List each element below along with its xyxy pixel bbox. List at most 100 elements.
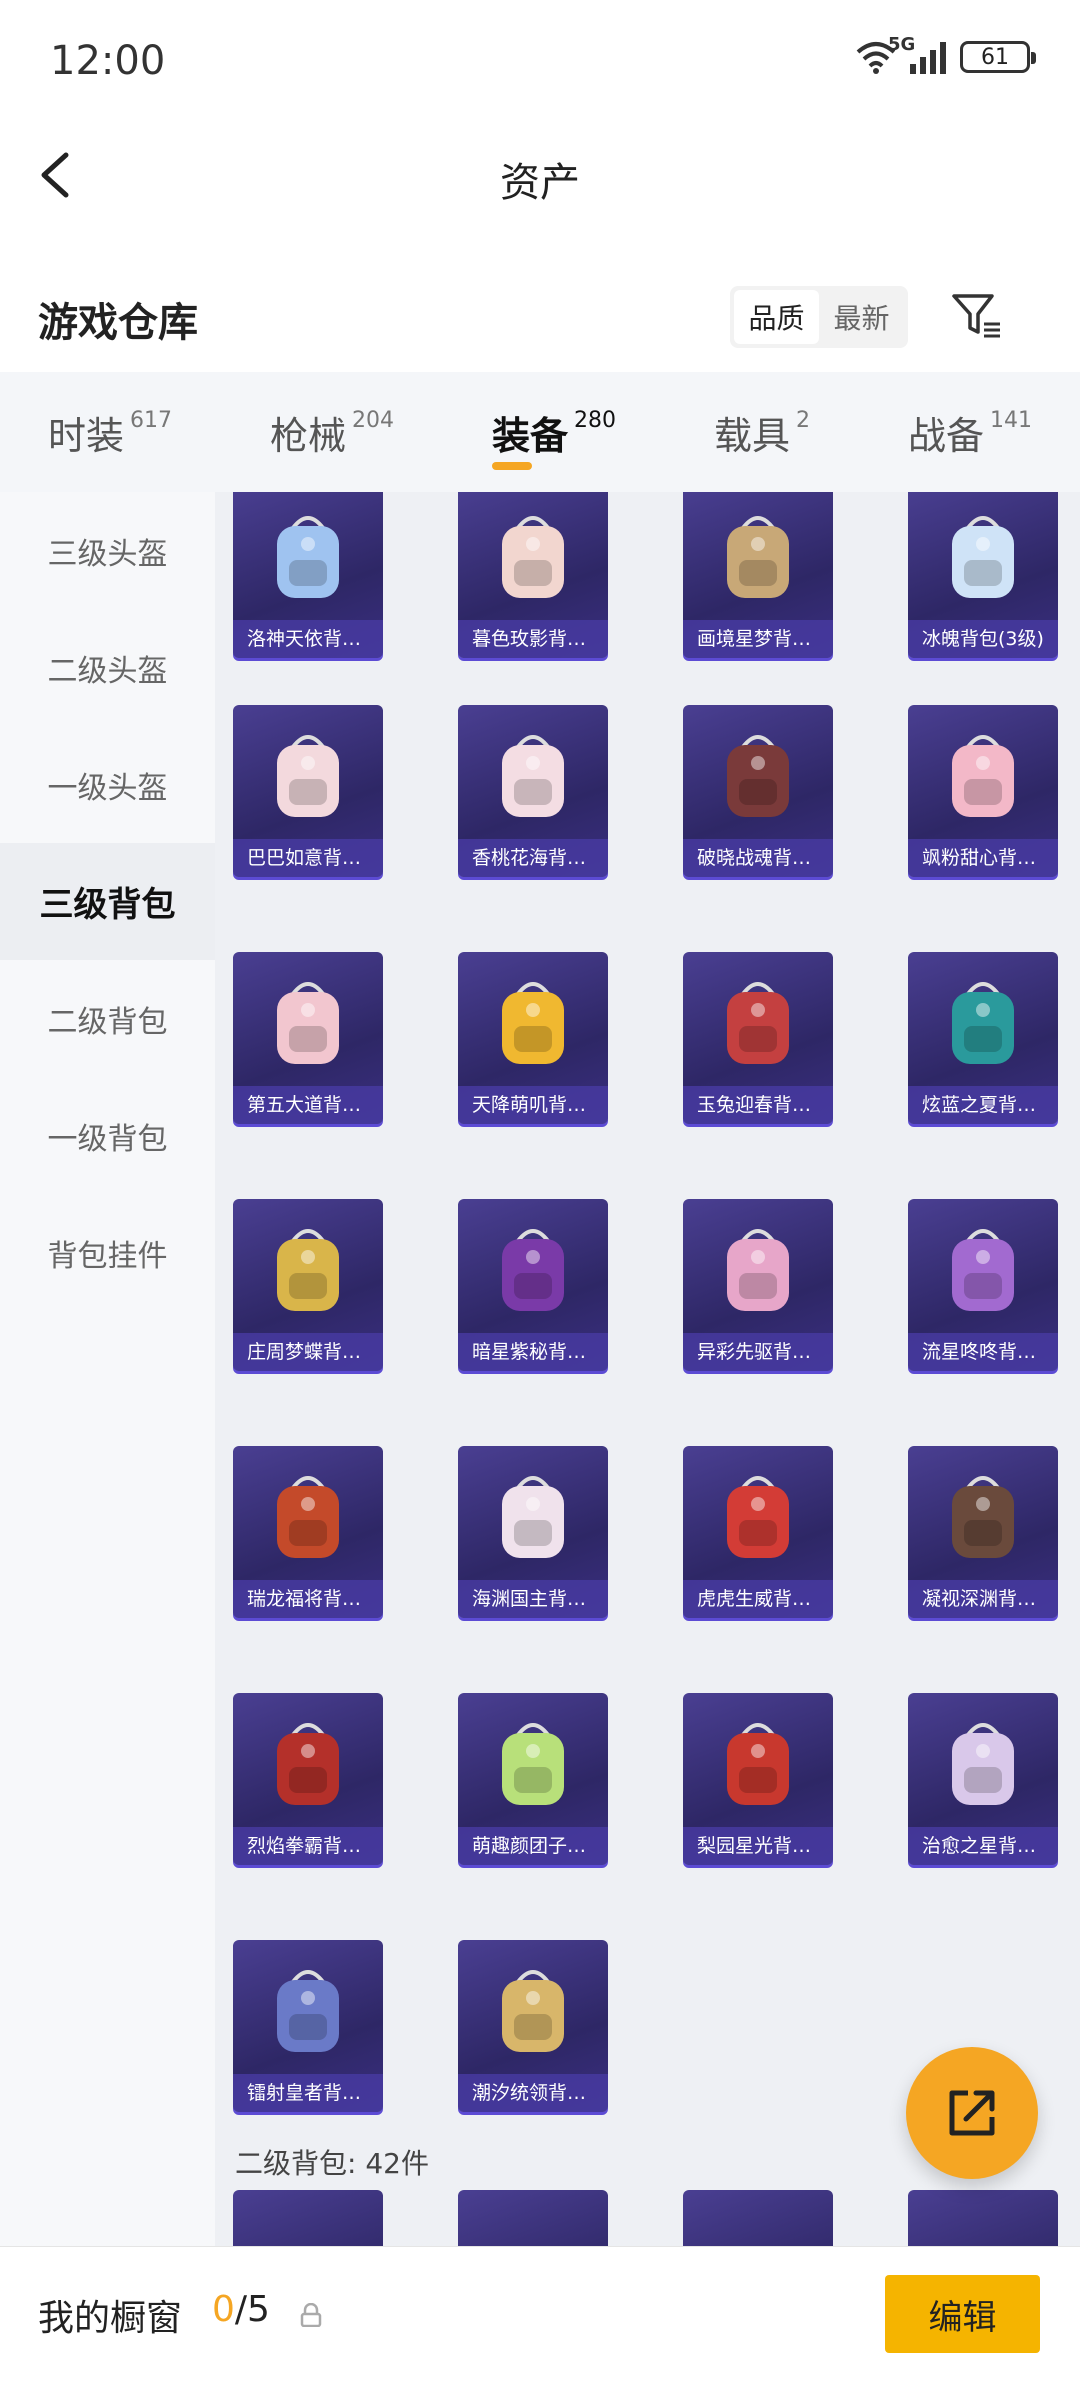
item-name: 炫蓝之夏背… [908,1086,1058,1124]
sort-toggle: 品质 最新 [730,286,908,348]
battery-level: 61 [981,44,1009,70]
item-card[interactable]: 巴巴如意背… [233,705,383,877]
lock-icon [300,2303,322,2327]
item-name: 巴巴如意背… [233,839,383,877]
backpack-icon [277,1229,339,1311]
sidebar-item-lv1-backpack[interactable]: 一级背包 [0,1077,215,1194]
backpack-icon [952,982,1014,1064]
item-card[interactable]: 镭射皇者背… [233,1940,383,2112]
sidebar-item-lv3-helmet[interactable]: 三级头盔 [0,492,215,609]
item-card[interactable] [683,2190,833,2246]
item-card[interactable] [908,2190,1058,2246]
item-card[interactable] [233,2190,383,2246]
item-card[interactable]: 梨园星光背… [683,1693,833,1865]
filter-icon[interactable] [948,288,1004,344]
item-card[interactable]: 异彩先驱背… [683,1199,833,1371]
sidebar-item-lv3-backpack[interactable]: 三级背包 [0,843,215,960]
tab-label: 时装 [48,413,125,458]
item-card[interactable]: 洛神天依背… [233,492,383,658]
item-name: 天降萌叽背… [458,1086,608,1124]
item-card[interactable]: 潮汐统领背… [458,1940,608,2112]
backpack-icon [502,735,564,817]
tab-fashion[interactable]: 时装 617 [48,372,172,492]
showcase-current: 0 [212,2289,235,2330]
showcase-total: /5 [234,2289,270,2330]
backpack-icon [502,516,564,598]
item-card[interactable]: 冰魄背包(3级) [908,492,1058,658]
battery-icon: 61 [960,41,1036,73]
backpack-icon [727,1476,789,1558]
item-name: 虎虎生威背… [683,1580,833,1618]
backpack-icon [952,735,1014,817]
active-tab-indicator [492,462,532,470]
page-title: 资产 [500,160,580,206]
item-name: 镭射皇者背… [233,2074,383,2112]
sidebar-item-lv2-backpack[interactable]: 二级背包 [0,960,215,1077]
tab-label: 战备 [908,413,985,458]
item-card[interactable]: 玉兔迎春背… [683,952,833,1124]
warehouse-title: 游戏仓库 [38,300,198,346]
cellular-signal-icon: 5G [888,34,946,74]
item-name: 庄周梦蝶背… [233,1333,383,1371]
item-card[interactable]: 萌趣颜团子… [458,1693,608,1865]
item-card[interactable]: 破晓战魂背… [683,705,833,877]
backpack-icon [952,1229,1014,1311]
item-card[interactable]: 天降萌叽背… [458,952,608,1124]
item-card[interactable] [458,2190,608,2246]
tab-count: 280 [574,407,617,433]
backpack-icon [502,1476,564,1558]
item-card[interactable]: 海渊国主背… [458,1446,608,1618]
backpack-icon [952,516,1014,598]
item-card[interactable]: 烈焰拳霸背… [233,1693,383,1865]
tab-count: 617 [130,407,173,433]
backpack-icon [727,982,789,1064]
edit-button[interactable]: 编辑 [885,2275,1040,2353]
sort-newest-option[interactable]: 最新 [819,290,904,344]
item-card[interactable]: 暮色玫影背… [458,492,608,658]
backpack-icon [277,1970,339,2052]
tab-label: 载具 [714,413,791,458]
item-name: 流星咚咚背… [908,1333,1058,1371]
tab-supplies[interactable]: 战备 141 [908,372,1032,492]
item-name: 飒粉甜心背… [908,839,1058,877]
item-card[interactable]: 飒粉甜心背… [908,705,1058,877]
item-name: 第五大道背… [233,1086,383,1124]
item-name: 香桃花海背… [458,839,608,877]
item-card[interactable]: 瑞龙福将背… [233,1446,383,1618]
tab-firearms[interactable]: 枪械 204 [270,372,394,492]
tab-label: 枪械 [270,413,347,458]
item-card[interactable]: 虎虎生威背… [683,1446,833,1618]
item-card[interactable]: 凝视深渊背… [908,1446,1058,1618]
item-name: 烈焰拳霸背… [233,1827,383,1865]
item-card[interactable]: 第五大道背… [233,952,383,1124]
tab-equipment[interactable]: 装备 280 [492,372,616,492]
item-card[interactable]: 暗星紫秘背… [458,1199,608,1371]
item-name: 冰魄背包(3级) [908,620,1058,658]
item-card[interactable]: 画境星梦背… [683,492,833,658]
backpack-icon [502,982,564,1064]
tab-label: 装备 [492,413,569,458]
tab-count: 141 [990,407,1033,433]
backpack-icon [277,1723,339,1805]
item-name: 暗星紫秘背… [458,1333,608,1371]
item-card[interactable]: 香桃花海背… [458,705,608,877]
item-card[interactable]: 治愈之星背… [908,1693,1058,1865]
category-tabs: 时装 617 枪械 204 装备 280 载具 2 战备 141 [0,372,1080,492]
nav-bar: 资产 [0,120,1080,230]
tab-vehicles[interactable]: 载具 2 [714,372,810,492]
item-name: 治愈之星背… [908,1827,1058,1865]
backpack-icon [502,1723,564,1805]
sidebar-item-lv1-helmet[interactable]: 一级头盔 [0,726,215,843]
sidebar-item-backpack-charm[interactable]: 背包挂件 [0,1194,215,1311]
item-card[interactable]: 炫蓝之夏背… [908,952,1058,1124]
item-card[interactable]: 庄周梦蝶背… [233,1199,383,1371]
item-name: 暮色玫影背… [458,620,608,658]
item-name: 画境星梦背… [683,620,833,658]
showcase-count: 0/5 [212,2289,270,2330]
subcategory-sidebar: 三级头盔 二级头盔 一级头盔 三级背包 二级背包 一级背包 背包挂件 [0,492,215,2246]
share-button[interactable] [906,2047,1038,2179]
item-card[interactable]: 流星咚咚背… [908,1199,1058,1371]
section-label: 二级背包: 42件 [235,2147,429,2180]
sort-quality-option[interactable]: 品质 [734,290,819,344]
sidebar-item-lv2-helmet[interactable]: 二级头盔 [0,609,215,726]
